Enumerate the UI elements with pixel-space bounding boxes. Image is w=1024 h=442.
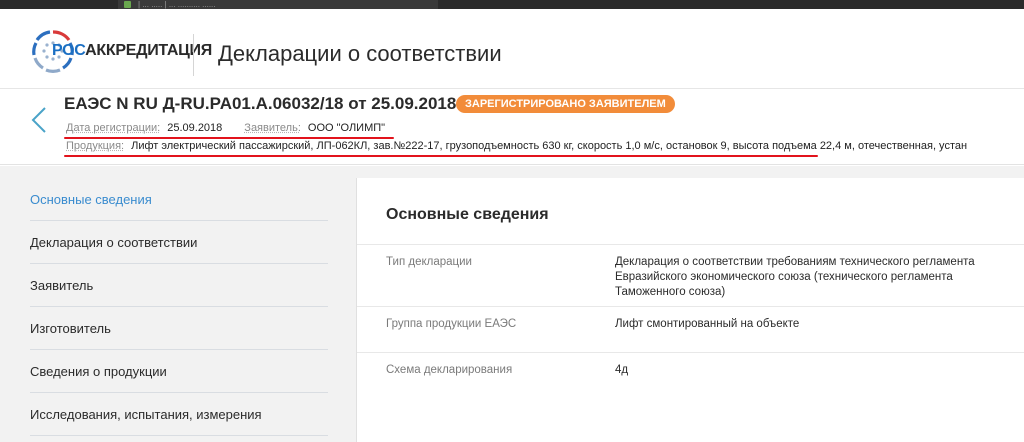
browser-tab-label: | ... ..... | ... .......... ...... bbox=[138, 0, 216, 9]
product-label: Продукция: bbox=[66, 140, 124, 152]
divider bbox=[357, 306, 1024, 307]
main-info-panel: Основные сведения Тип декларации Деклара… bbox=[356, 178, 1024, 442]
declaration-title: ЕАЭС N RU Д-RU.PA01.A.06032/18 от 25.09.… bbox=[64, 94, 456, 114]
favicon-icon bbox=[124, 1, 131, 8]
browser-tab-strip: | ... ..... | ... .......... ...... bbox=[0, 0, 1024, 9]
applicant-label: Заявитель: bbox=[244, 122, 301, 134]
chevron-left-icon[interactable] bbox=[30, 106, 48, 134]
logo-wordmark[interactable]: РОСАККРЕДИТАЦИЯ bbox=[52, 42, 212, 60]
section-nav: Основные сведения Декларация о соответст… bbox=[30, 178, 328, 436]
divider bbox=[357, 244, 1024, 245]
annotation-underline bbox=[64, 137, 394, 139]
product-value: Лифт электрический пассажирский, ЛП-062К… bbox=[131, 140, 967, 152]
sidenav-item-declaration[interactable]: Декларация о соответствии bbox=[30, 221, 328, 264]
divider bbox=[357, 352, 1024, 353]
page-title: Декларации о соответствии bbox=[218, 41, 502, 67]
browser-tab[interactable]: | ... ..... | ... .......... ...... bbox=[118, 0, 438, 9]
sidenav-item-main-info[interactable]: Основные сведения bbox=[30, 178, 328, 221]
field-label: Схема декларирования bbox=[386, 364, 512, 376]
site-header: РОСАККРЕДИТАЦИЯ Декларации о соответстви… bbox=[0, 9, 1024, 89]
reg-date-value: 25.09.2018 bbox=[167, 122, 222, 134]
declaration-meta-dates: Дата регистрации: 25.09.2018 Заявитель: ООО… bbox=[66, 122, 385, 134]
field-label: Тип декларации bbox=[386, 256, 472, 268]
header-divider bbox=[193, 34, 194, 76]
sidenav-item-research[interactable]: Исследования, испытания, измерения bbox=[30, 393, 328, 436]
annotation-underline bbox=[64, 155, 818, 157]
applicant-value: ООО "ОЛИМП" bbox=[308, 122, 385, 134]
declaration-header: ЕАЭС N RU Д-RU.PA01.A.06032/18 от 25.09.… bbox=[0, 89, 1024, 165]
declaration-meta-product: Продукция: Лифт электрический пассажирски… bbox=[66, 140, 967, 152]
logo-wordmark-ros: РОС bbox=[52, 42, 85, 59]
field-value: Лифт смонтированный на объекте bbox=[615, 317, 1024, 332]
reg-date-label: Дата регистрации: bbox=[66, 122, 160, 134]
field-value: 4д bbox=[615, 363, 1024, 378]
status-badge: ЗАРЕГИСТРИРОВАНО ЗАЯВИТЕЛЕМ bbox=[456, 95, 675, 113]
sidenav-item-product-info[interactable]: Сведения о продукции bbox=[30, 350, 328, 393]
sidenav-item-applicant[interactable]: Заявитель bbox=[30, 264, 328, 307]
sidenav-item-manufacturer[interactable]: Изготовитель bbox=[30, 307, 328, 350]
field-value: Декларация о соответствии требованиям те… bbox=[615, 255, 1024, 300]
field-label: Группа продукции ЕАЭС bbox=[386, 318, 516, 330]
panel-title: Основные сведения bbox=[386, 206, 549, 224]
